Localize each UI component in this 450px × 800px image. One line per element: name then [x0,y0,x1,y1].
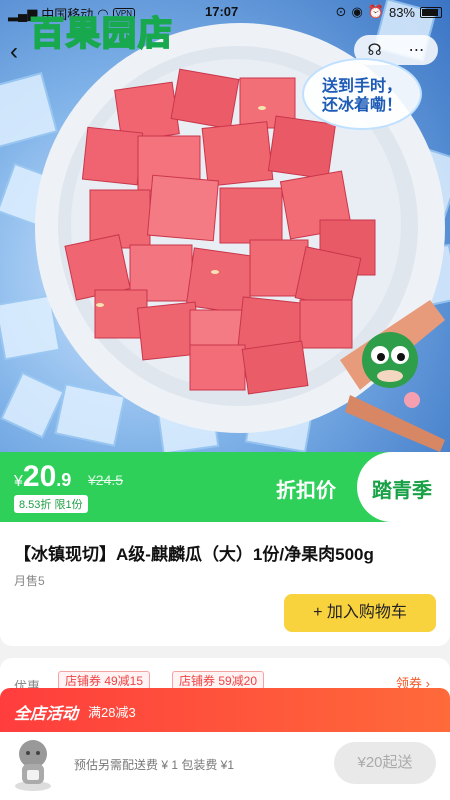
monthly-sales: 月售5 [14,574,45,588]
lock-rotation-icon: ⊙ [335,4,347,19]
cart-character-icon[interactable] [10,736,56,792]
price-integer: 20 [22,460,57,493]
activity-desc: 满28减3 [88,705,136,720]
minimum-order-button[interactable]: ¥20起送 [334,742,436,784]
battery-percent: 83% [388,4,415,20]
bubble-line-1: 送到手时， [321,76,402,95]
store-logo: 百果园店 [29,13,174,55]
promo-bubble: 送到手时， 还冰着嘞！ [302,58,422,130]
current-price: ¥20.9 [14,460,71,494]
season-tag: 踏青季 [372,480,432,502]
discount-badge: 8.53折 限1份 [14,495,88,513]
product-title: 【冰镇现切】A级-麒麟瓜（大）1份/净果肉500g [14,545,374,564]
currency-symbol: ¥ [14,473,23,490]
bubble-line-2: 还冰着嘞！ [321,95,402,114]
status-time: 17:07 [205,4,239,19]
product-detail-page: ▂▄▆ 中国移动 ◠ VPN 17:07 ⊙ ◉ ⏰ 83% 百果园店 ‹ ☊ … [0,0,450,800]
product-hero-image: ▂▄▆ 中国移动 ◠ VPN 17:07 ⊙ ◉ ⏰ 83% 百果园店 ‹ ☊ … [0,0,450,452]
location-icon: ◉ [351,4,363,19]
chevron-left-icon[interactable]: ‹ [10,40,34,64]
price-decimal: .9 [56,470,72,490]
promo-tag: 折扣价 [276,480,336,502]
add-to-cart-button[interactable]: + 加入购物车 [284,594,436,632]
activity-title: 全店活动 [14,706,79,723]
more-icon[interactable]: ⋯ [409,40,425,60]
battery-icon [420,6,442,18]
original-price: ¥24.5 [88,472,124,488]
alarm-icon: ⏰ [367,4,384,19]
customer-service-icon[interactable]: ☊ [367,40,381,60]
delivery-fees: 预估另需配送费 ¥ 1 包装费 ¥1 [74,758,235,772]
